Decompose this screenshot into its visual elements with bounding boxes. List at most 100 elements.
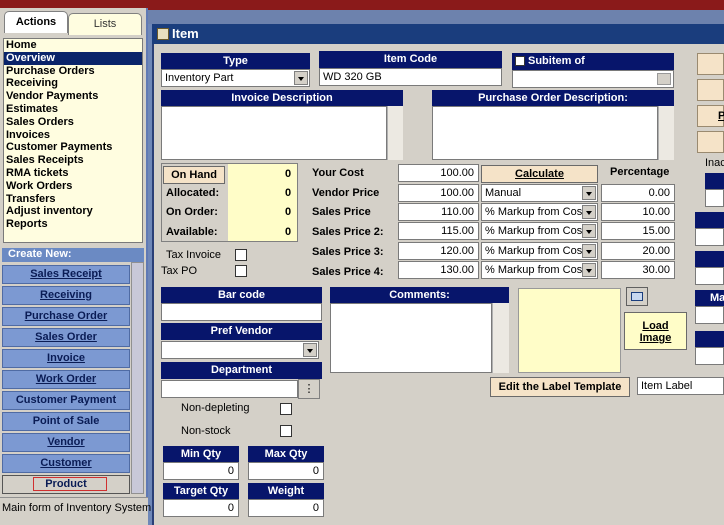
right-button-3[interactable]: P	[697, 105, 724, 127]
create-point-of-sale-button[interactable]: Point of Sale	[2, 412, 130, 431]
nav-item-customer-payments[interactable]: Customer Payments	[4, 141, 142, 154]
create-work-order-button[interactable]: Work Order	[2, 370, 130, 389]
sales-price-percentage-input[interactable]: 10.00	[601, 203, 675, 221]
max-qty-input[interactable]: 0	[248, 462, 324, 480]
target-qty-input[interactable]: 0	[163, 499, 239, 517]
non-depleting-label: Non-depleting	[181, 402, 250, 414]
department-input[interactable]	[161, 380, 298, 398]
subitem-input[interactable]	[512, 70, 674, 88]
po-description-scrollbar[interactable]	[658, 106, 674, 160]
pref-vendor-select[interactable]	[161, 341, 319, 359]
create-sales-order-button[interactable]: Sales Order	[2, 328, 130, 347]
create-invoice-button[interactable]: Invoice	[2, 349, 130, 368]
type-value: Inventory Part	[165, 72, 234, 84]
vendor-price-input[interactable]: 100.00	[398, 184, 479, 202]
nav-item-adjust-inventory[interactable]: Adjust inventory	[4, 205, 142, 218]
bar-code-input[interactable]	[161, 303, 322, 321]
nav-item-sales-receipts[interactable]: Sales Receipts	[4, 154, 142, 167]
comments-textarea[interactable]	[330, 303, 492, 373]
nav-item-work-orders[interactable]: Work Orders	[4, 180, 142, 193]
tree-picker-icon[interactable]: ⋮	[298, 379, 320, 399]
vendor-price-mode-select[interactable]: Manual	[481, 184, 598, 202]
po-description-header: Purchase Order Description:	[432, 90, 674, 107]
label-select[interactable]: Item Label	[637, 377, 724, 395]
sales-price-2-mode-select[interactable]: % Markup from Cost	[481, 222, 598, 240]
non-depleting-checkbox[interactable]	[280, 403, 292, 415]
right-header-2	[695, 212, 724, 228]
chevron-down-icon[interactable]	[582, 224, 596, 238]
tab-actions[interactable]: Actions	[4, 11, 68, 33]
sales-price-4-input[interactable]: 130.00	[398, 261, 479, 279]
chevron-down-icon[interactable]	[294, 71, 308, 85]
po-description-textarea[interactable]	[432, 106, 658, 160]
sales-price-input[interactable]: 110.00	[398, 203, 479, 221]
right-field-4[interactable]	[695, 306, 724, 324]
create-sales-receipt-button[interactable]: Sales Receipt	[2, 265, 130, 284]
tax-po-checkbox[interactable]	[235, 265, 247, 277]
window-title: Item	[152, 24, 724, 44]
load-image-label-2: Image	[639, 332, 672, 344]
non-stock-checkbox[interactable]	[280, 425, 292, 437]
grid-icon[interactable]	[657, 73, 671, 85]
sales-price-2-percentage-input[interactable]: 15.00	[601, 222, 675, 240]
chevron-down-icon[interactable]	[582, 205, 596, 219]
invoice-description-scrollbar[interactable]	[387, 106, 403, 160]
sales-price-3-mode-select[interactable]: % Markup from Cost	[481, 242, 598, 260]
max-qty-header: Max Qty	[248, 446, 324, 463]
on-hand-button[interactable]: On Hand	[163, 166, 225, 184]
create-panel-scrollbar[interactable]	[131, 262, 144, 494]
sales-price-2-label: Sales Price 2:	[312, 226, 384, 238]
sales-price-2-input[interactable]: 115.00	[398, 222, 479, 240]
type-select[interactable]: Inventory Part	[161, 69, 310, 87]
nav-item-invoices[interactable]: Invoices	[4, 129, 142, 142]
chevron-down-icon[interactable]	[582, 186, 596, 200]
sales-price-3-input[interactable]: 120.00	[398, 242, 479, 260]
edit-label-template-button[interactable]: Edit the Label Template	[490, 377, 630, 397]
comments-scrollbar[interactable]	[492, 303, 509, 373]
nav-item-home[interactable]: Home	[4, 39, 142, 52]
weight-input[interactable]: 0	[248, 499, 324, 517]
nav-item-estimates[interactable]: Estimates	[4, 103, 142, 116]
load-image-button[interactable]: Load Image	[624, 312, 687, 350]
item-code-input[interactable]: WD 320 GB	[319, 68, 502, 86]
chevron-down-icon[interactable]	[582, 263, 596, 277]
image-picker-icon[interactable]	[626, 287, 648, 306]
sales-price-mode-select[interactable]: % Markup from Cost	[481, 203, 598, 221]
right-button-2[interactable]	[697, 79, 724, 101]
sales-price-4-mode-select[interactable]: % Markup from Cost	[481, 261, 598, 279]
actions-list: Home Overview Purchase Orders Receiving Vend…	[3, 38, 143, 243]
create-customer-button[interactable]: Customer	[2, 454, 130, 473]
your-cost-input[interactable]: 100.00	[398, 164, 479, 182]
create-customer-payment-button[interactable]: Customer Payment	[2, 391, 130, 410]
right-field-5[interactable]	[695, 347, 724, 365]
tax-invoice-checkbox[interactable]	[235, 249, 247, 261]
right-field-1[interactable]	[705, 189, 724, 207]
nav-item-vendor-payments[interactable]: Vendor Payments	[4, 90, 142, 103]
nav-item-overview[interactable]: Overview	[4, 51, 142, 65]
nav-item-purchase-orders[interactable]: Purchase Orders	[4, 65, 142, 78]
sales-price-4-percentage-input[interactable]: 30.00	[601, 261, 675, 279]
chevron-down-icon[interactable]	[582, 244, 596, 258]
min-qty-input[interactable]: 0	[163, 462, 239, 480]
nav-item-transfers[interactable]: Transfers	[4, 193, 142, 206]
calculate-button[interactable]: Calculate	[481, 165, 598, 183]
sales-price-3-percentage-input[interactable]: 20.00	[601, 242, 675, 260]
nav-item-sales-orders[interactable]: Sales Orders	[4, 116, 142, 129]
nav-item-rma-tickets[interactable]: RMA tickets	[4, 167, 142, 180]
right-field-3[interactable]	[695, 267, 724, 285]
subitem-checkbox[interactable]	[515, 56, 525, 66]
tab-lists[interactable]: Lists	[68, 13, 142, 35]
create-purchase-order-button[interactable]: Purchase Order	[2, 307, 130, 326]
right-button-4[interactable]	[697, 131, 724, 153]
invoice-description-textarea[interactable]	[161, 106, 387, 160]
create-receiving-button[interactable]: Receiving	[2, 286, 130, 305]
right-button-1[interactable]	[697, 53, 724, 75]
right-field-2[interactable]	[695, 228, 724, 246]
picture-icon	[631, 292, 643, 301]
create-vendor-button[interactable]: Vendor	[2, 433, 130, 452]
chevron-down-icon[interactable]	[303, 343, 317, 357]
tax-po-label: Tax PO	[161, 265, 198, 277]
nav-item-reports[interactable]: Reports	[4, 218, 142, 231]
nav-item-receiving[interactable]: Receiving	[4, 77, 142, 90]
vendor-price-percentage-input[interactable]: 0.00	[601, 184, 675, 202]
